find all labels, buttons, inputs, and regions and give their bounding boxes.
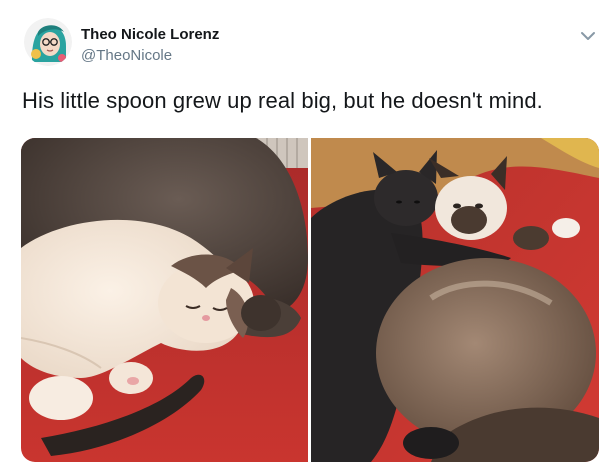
author-display-name[interactable]: Theo Nicole Lorenz [81, 26, 219, 43]
chevron-down-icon[interactable] [577, 25, 599, 47]
tweet-text: His little spoon grew up real big, but h… [22, 88, 543, 113]
avatar[interactable] [24, 18, 72, 66]
media-grid [21, 138, 599, 462]
profile-avatar-icon [24, 18, 72, 66]
photo-black-cat-cuddling-icon [311, 138, 599, 462]
photo-left[interactable] [21, 138, 308, 462]
photo-right[interactable] [311, 138, 599, 462]
author-handle[interactable]: @TheoNicole [81, 47, 172, 64]
tweet-card: Theo Nicole Lorenz @TheoNicole His littl… [0, 0, 609, 467]
photo-two-cats-sleeping-icon [21, 138, 308, 462]
